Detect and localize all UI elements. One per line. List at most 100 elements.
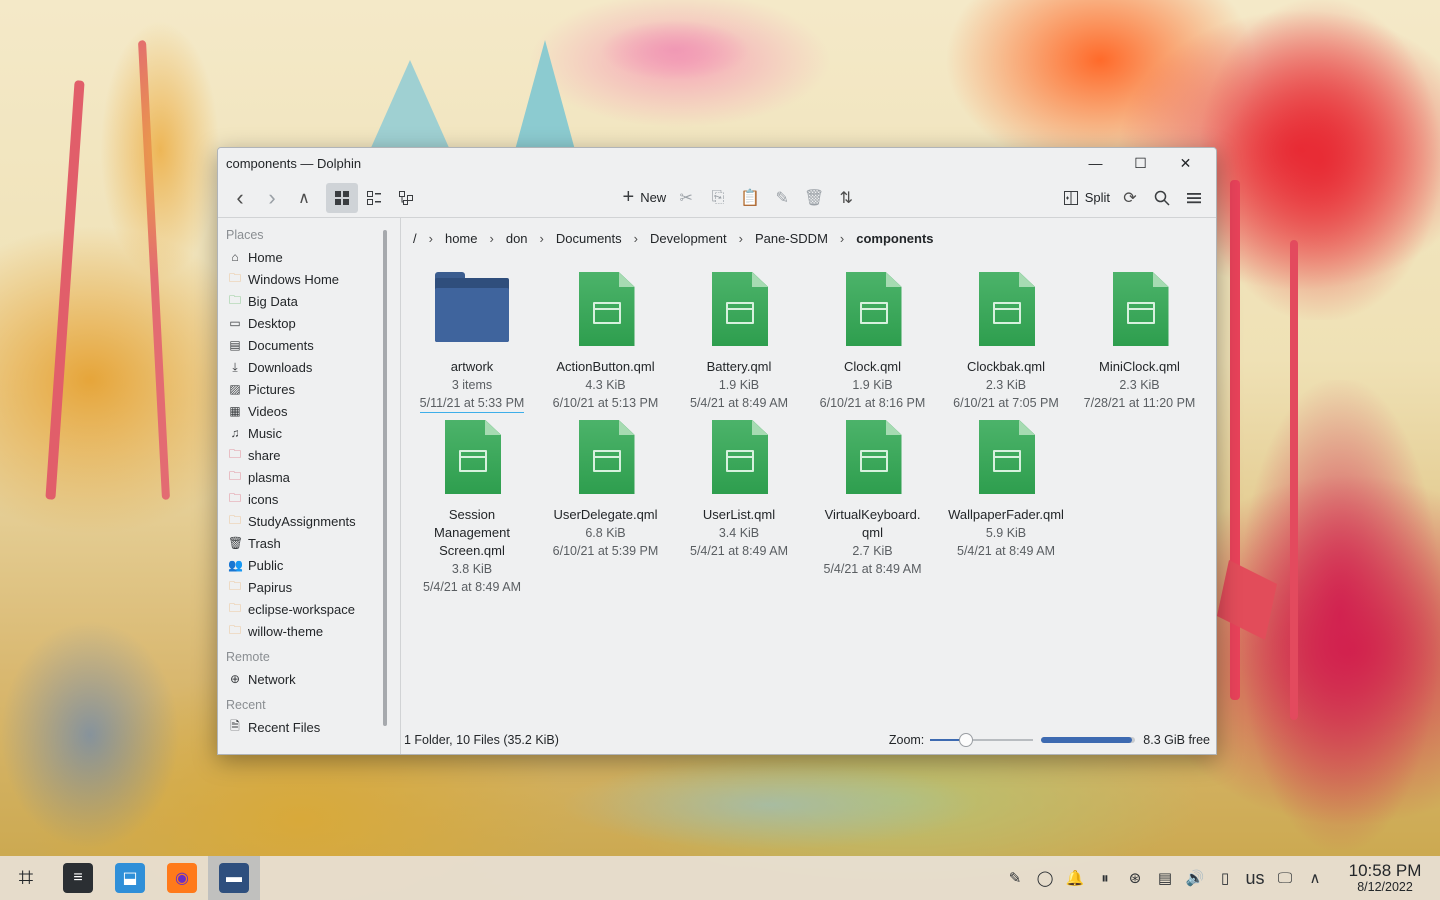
- zoom-slider-handle[interactable]: [959, 733, 974, 747]
- folder-item[interactable]: artwork 3 items 5/11/21 at 5:33 PM: [409, 272, 535, 413]
- menu-button[interactable]: [1178, 183, 1210, 213]
- breadcrumb-item-pane-sddm[interactable]: Pane-SDDM: [751, 231, 832, 246]
- sort-button[interactable]: ⇅: [830, 183, 862, 213]
- bell-icon[interactable]: 🔔: [1060, 869, 1090, 887]
- paste-button[interactable]: 📋: [734, 183, 766, 213]
- compact-view-button[interactable]: [358, 183, 390, 213]
- file-item[interactable]: Battery.qml 1.9 KiB 5/4/21 at 8:49 AM: [676, 272, 802, 412]
- file-item[interactable]: Session Management Screen.qml 3.8 KiB 5/4/21…: [409, 420, 535, 596]
- sidebar-item-studyassignments[interactable]: 🗀 StudyAssignments: [218, 510, 400, 532]
- sidebar-item-label: eclipse-workspace: [248, 601, 355, 617]
- sidebar-item-desktop[interactable]: ▭ Desktop: [218, 312, 400, 334]
- sidebar-item-pictures[interactable]: ▨ Pictures: [218, 378, 400, 400]
- file-item[interactable]: WallpaperFader.qml 5.9 KiB 5/4/21 at 8:49 …: [943, 420, 1069, 560]
- new-button[interactable]: + New: [619, 183, 671, 213]
- updates-icon[interactable]: ⊛: [1120, 869, 1150, 887]
- sidebar-item-big-data[interactable]: 🗀 Big Data: [218, 290, 400, 312]
- breadcrumb-root[interactable]: /: [409, 231, 421, 246]
- places-scrollbar[interactable]: [383, 230, 387, 726]
- zoom-slider[interactable]: [930, 733, 1034, 747]
- circle-icon[interactable]: ◯: [1030, 869, 1060, 887]
- expand-tray-icon[interactable]: ∧: [1300, 869, 1330, 887]
- sidebar-item-willow-theme[interactable]: 🗀 willow-theme: [218, 620, 400, 642]
- big-data-icon: 🗀: [228, 292, 241, 307]
- reload-button[interactable]: ⟳: [1114, 183, 1146, 213]
- sidebar-item-documents[interactable]: ▤ Documents: [218, 334, 400, 356]
- network-icon[interactable]: 🖵: [1270, 870, 1300, 887]
- taskbar-app-launcher[interactable]: ⌗: [0, 856, 52, 900]
- tree-view-icon: [399, 190, 413, 205]
- sidebar-item-videos[interactable]: ▦ Videos: [218, 400, 400, 422]
- maximize-button[interactable]: ☐: [1118, 148, 1163, 178]
- file-date: 6/10/21 at 5:39 PM: [552, 544, 659, 558]
- file-size: 3.8 KiB: [451, 562, 493, 576]
- split-button[interactable]: Split: [1059, 183, 1114, 213]
- file-item[interactable]: Clockbak.qml 2.3 KiB 6/10/21 at 7:05 PM: [943, 272, 1069, 412]
- clipboard-icon[interactable]: ▤: [1150, 869, 1180, 887]
- sidebar-item-icons[interactable]: 🗀 icons: [218, 488, 400, 510]
- back-button[interactable]: ‹: [224, 183, 256, 213]
- media-pause-icon[interactable]: ⏸: [1090, 870, 1120, 887]
- sidebar-item-share[interactable]: 🗀 share: [218, 444, 400, 466]
- battery-icon[interactable]: ▯: [1210, 869, 1240, 887]
- network-icon: ⊕: [229, 672, 241, 686]
- taskbar: ⌗ ≡ ⬓ ◉ ▬ ✎ ◯ 🔔 ⏸ ⊛ ▤ 🔊 ▯ us 🖵 ∧ 10:58 PM 8/12/2022: [0, 856, 1440, 900]
- taskbar-firefox[interactable]: ◉: [156, 856, 208, 900]
- title-bar[interactable]: components — Dolphin — ☐ ✕: [218, 148, 1216, 178]
- breadcrumb-item-don[interactable]: don: [502, 231, 532, 246]
- file-item[interactable]: VirtualKeyboard. qml 2.7 KiB 5/4/21 at 8:49…: [810, 420, 936, 578]
- sidebar-item-windows-home[interactable]: 🗀 Windows Home: [218, 268, 400, 290]
- taskbar-discover[interactable]: ⬓: [104, 856, 156, 900]
- taskbar-system-settings[interactable]: ≡: [52, 856, 104, 900]
- new-label: New: [640, 190, 667, 205]
- details-view-button[interactable]: [390, 183, 422, 213]
- toolbar: ‹ › ∧ + New ✂ ⎘ 📋 ✎ 🗑 ⇅ Split ⟳: [218, 178, 1216, 218]
- sidebar-item-recent-files[interactable]: 🗎 Recent Files: [218, 716, 400, 738]
- trash-button[interactable]: 🗑: [798, 183, 830, 213]
- breadcrumb-item-documents[interactable]: Documents: [552, 231, 626, 246]
- search-button[interactable]: [1146, 183, 1178, 213]
- sidebar-item-public[interactable]: 👥 Public: [218, 554, 400, 576]
- file-item[interactable]: MiniClock.qml 2.3 KiB 7/28/21 at 11:20 PM: [1077, 272, 1203, 412]
- taskbar-dolphin[interactable]: ▬: [208, 856, 260, 900]
- sidebar-item-music[interactable]: ♫ Music: [218, 422, 400, 444]
- status-summary: 1 Folder, 10 Files (35.2 KiB): [404, 733, 559, 747]
- sidebar-item-label: Windows Home: [248, 271, 340, 287]
- file-date: 7/28/21 at 11:20 PM: [1083, 396, 1196, 410]
- sidebar-item-eclipse-workspace[interactable]: 🗀 eclipse-workspace: [218, 598, 400, 620]
- sidebar-item-trash[interactable]: 🗑 Trash: [218, 532, 400, 554]
- pen-icon[interactable]: ✎: [1000, 869, 1030, 887]
- cut-button[interactable]: ✂: [670, 183, 702, 213]
- file-item[interactable]: UserDelegate.qml 6.8 KiB 6/10/21 at 5:39 P…: [543, 420, 669, 560]
- forward-icon: ›: [268, 184, 276, 210]
- app-launcher-icon: ⌗: [18, 862, 34, 892]
- rename-button[interactable]: ✎: [766, 183, 798, 213]
- file-item[interactable]: Clock.qml 1.9 KiB 6/10/21 at 8:16 PM: [810, 272, 936, 412]
- file-date: 5/4/21 at 8:49 AM: [690, 544, 788, 558]
- forward-button[interactable]: ›: [256, 183, 288, 213]
- sidebar-item-papirus[interactable]: 🗀 Papirus: [218, 576, 400, 598]
- file-size: 1.9 KiB: [852, 378, 893, 392]
- reload-icon: ⟳: [1123, 189, 1137, 207]
- sidebar-item-plasma[interactable]: 🗀 plasma: [218, 466, 400, 488]
- keyboard-layout[interactable]: us: [1240, 868, 1270, 889]
- sidebar-item-network[interactable]: ⊕ Network: [218, 668, 400, 690]
- file-item[interactable]: UserList.qml 3.4 KiB 5/4/21 at 8:49 AM: [676, 420, 802, 560]
- breadcrumb-current[interactable]: components: [852, 231, 937, 246]
- icons-view-button[interactable]: [326, 182, 358, 213]
- file-item[interactable]: ActionButton.qml 4.3 KiB 6/10/21 at 5:13 P…: [543, 272, 669, 412]
- sidebar-item-label: Videos: [248, 403, 288, 419]
- digital-clock[interactable]: 10:58 PM 8/12/2022: [1340, 861, 1430, 895]
- up-button[interactable]: ∧: [288, 183, 320, 213]
- file-grid[interactable]: artwork 3 items 5/11/21 at 5:33 PM ActionBu…: [401, 258, 1216, 726]
- sidebar-item-downloads[interactable]: ⤓ Downloads: [218, 356, 400, 378]
- close-button[interactable]: ✕: [1163, 148, 1208, 178]
- volume-icon[interactable]: 🔊: [1180, 869, 1210, 887]
- breadcrumb-item-development[interactable]: Development: [646, 231, 731, 246]
- minimize-button[interactable]: —: [1073, 148, 1118, 178]
- sidebar-item-label: Pictures: [248, 381, 295, 397]
- copy-button[interactable]: ⎘: [702, 183, 734, 213]
- sidebar-item-home[interactable]: ⌂ Home: [218, 246, 400, 268]
- breadcrumb-item-home[interactable]: home: [441, 231, 482, 246]
- window-title: components — Dolphin: [226, 155, 362, 171]
